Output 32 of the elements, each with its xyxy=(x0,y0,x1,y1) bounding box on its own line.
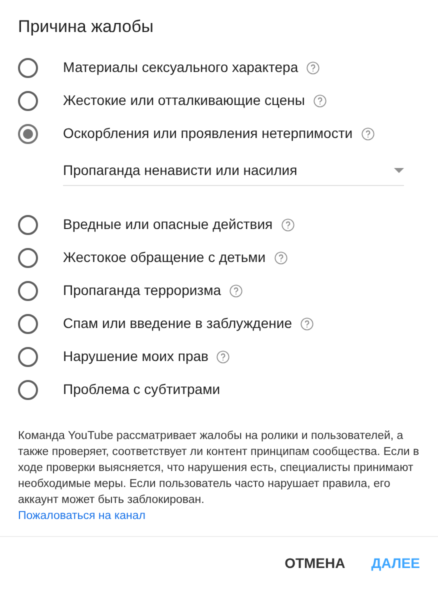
option-label[interactable]: Нарушение моих прав xyxy=(63,346,208,367)
radio-button[interactable] xyxy=(18,214,38,234)
option-label[interactable]: Жестокие или отталкивающие сцены xyxy=(63,90,305,111)
help-icon[interactable] xyxy=(280,218,295,232)
radio-button[interactable] xyxy=(18,58,38,78)
cancel-button[interactable]: ОТМЕНА xyxy=(274,546,356,582)
help-icon[interactable] xyxy=(216,350,230,364)
reason-dropdown[interactable]: Пропаганда ненависти или насилия xyxy=(63,156,404,186)
dialog-title: Причина жалобы xyxy=(17,16,154,38)
option-label[interactable]: Проблема с субтитрами xyxy=(63,379,220,400)
option-label[interactable]: Жестокое обращение с детьми xyxy=(63,247,266,268)
option-label[interactable]: Вредные или опасные действия xyxy=(63,214,273,235)
help-icon[interactable] xyxy=(274,250,288,264)
help-icon[interactable] xyxy=(360,126,375,140)
help-icon[interactable] xyxy=(312,94,327,108)
radio-button[interactable] xyxy=(18,346,38,366)
radio-button[interactable] xyxy=(18,124,38,144)
help-icon[interactable] xyxy=(306,60,320,74)
option-label[interactable]: Оскорбления или проявления нетерпимости xyxy=(63,123,353,144)
radio-button[interactable] xyxy=(18,280,38,300)
radio-button[interactable] xyxy=(18,248,38,268)
radio-button[interactable] xyxy=(18,90,38,110)
option-label[interactable]: Материалы сексуального характера xyxy=(63,57,298,78)
help-icon[interactable] xyxy=(229,284,243,298)
report-channel-link[interactable]: Пожаловаться на канал xyxy=(18,508,146,524)
option-label[interactable]: Спам или введение в заблуждение xyxy=(63,313,292,334)
description-text: Команда YouTube рассматривает жалобы на ролики и пользователей, а также проверяет, соответствует ли контент принципам сообщества. Если в ходе проверки выясняется, что нарушения есть, специалисты принимают необходимые меры. Если пользователь часто нарушает правила, его аккаунт может быть заблокирован. xyxy=(18,429,420,508)
option-label[interactable]: Пропаганда терроризма xyxy=(63,280,221,301)
caret-icon xyxy=(394,168,404,173)
help-icon[interactable] xyxy=(300,316,314,330)
radio-button[interactable] xyxy=(18,314,38,334)
radio-button[interactable] xyxy=(18,380,38,400)
